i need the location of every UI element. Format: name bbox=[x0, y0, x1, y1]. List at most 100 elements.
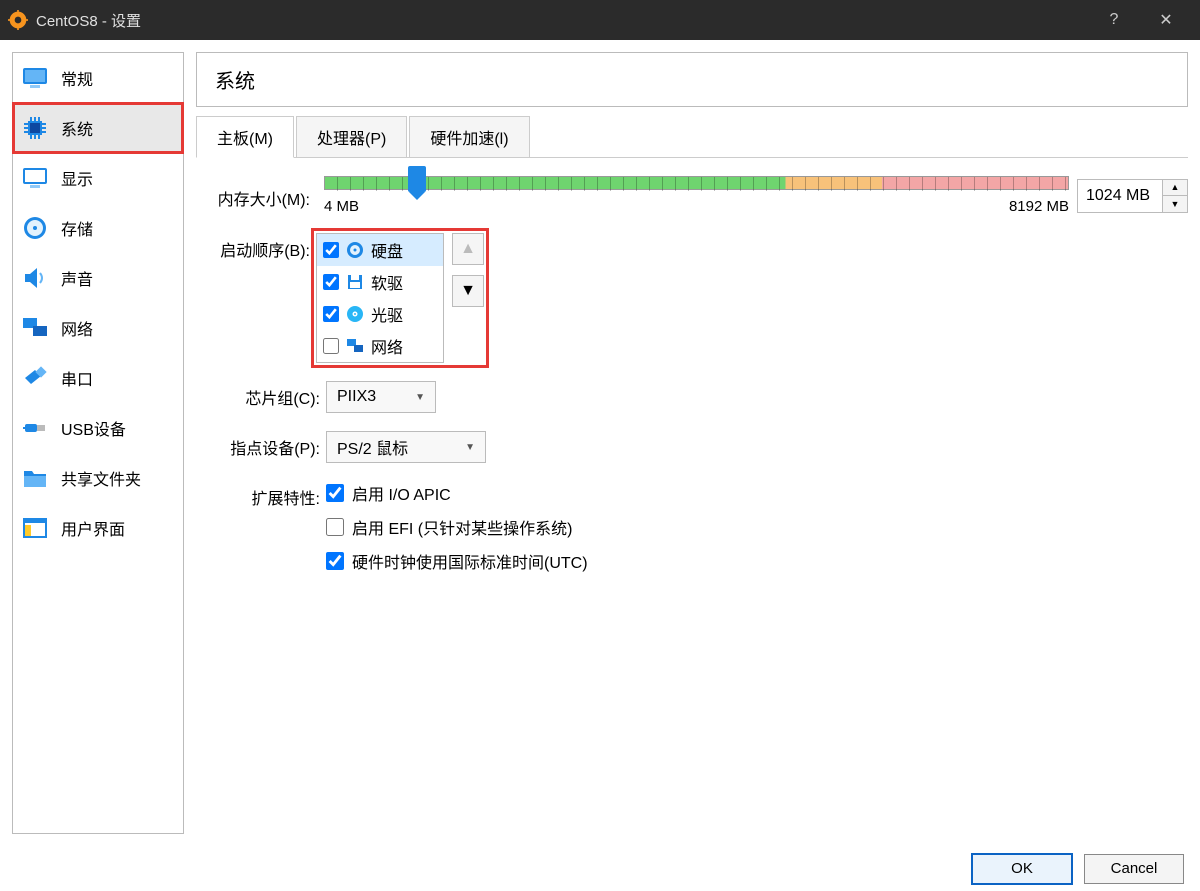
boot-check-network[interactable] bbox=[323, 338, 339, 354]
slider-labels: 4 MB 8192 MB bbox=[324, 198, 1069, 215]
chipset-row: 芯片组(C): PIIX3 ▼ bbox=[196, 381, 1188, 413]
display-icon bbox=[21, 164, 49, 192]
boot-label-floppy: 软驱 bbox=[371, 270, 403, 294]
memory-slider[interactable]: 4 MB 8192 MB bbox=[324, 176, 1069, 215]
sidebar-item-display[interactable]: 显示 bbox=[13, 153, 183, 203]
sidebar-item-storage[interactable]: 存储 bbox=[13, 203, 183, 253]
chipset-value: PIIX3 bbox=[337, 388, 376, 406]
folder-icon bbox=[21, 464, 49, 492]
pointing-value: PS/2 鼠标 bbox=[337, 435, 408, 459]
window-title: CentOS8 - 设置 bbox=[36, 10, 1088, 31]
sidebar-item-network[interactable]: 网络 bbox=[13, 303, 183, 353]
sidebar-item-label: 串口 bbox=[61, 366, 93, 390]
boot-check-floppy[interactable] bbox=[323, 274, 339, 290]
sidebar-item-serial[interactable]: 串口 bbox=[13, 353, 183, 403]
sidebar-item-label: 显示 bbox=[61, 166, 93, 190]
memory-max: 8192 MB bbox=[1009, 198, 1069, 215]
memory-spinner[interactable]: 1024 MB ▲ ▼ bbox=[1077, 179, 1188, 213]
network-icon bbox=[21, 314, 49, 342]
label-ioapic: 启用 I/O APIC bbox=[352, 481, 451, 505]
checkbox-ioapic[interactable] bbox=[326, 484, 344, 502]
boot-check-hdd[interactable] bbox=[323, 242, 339, 258]
boot-item-floppy[interactable]: 软驱 bbox=[317, 266, 443, 298]
ok-button[interactable]: OK bbox=[972, 854, 1072, 884]
pointing-select[interactable]: PS/2 鼠标 ▼ bbox=[326, 431, 486, 463]
label-efi: 启用 EFI (只针对某些操作系统) bbox=[352, 515, 572, 539]
pointing-label: 指点设备(P): bbox=[196, 431, 326, 459]
arrow-down-icon: ▼ bbox=[460, 282, 476, 300]
usb-icon bbox=[21, 414, 49, 442]
chevron-down-icon: ▼ bbox=[415, 392, 425, 403]
boot-arrows: ▲ ▼ bbox=[452, 233, 484, 307]
check-efi[interactable]: 启用 EFI (只针对某些操作系统) bbox=[326, 515, 588, 539]
boot-check-optical[interactable] bbox=[323, 306, 339, 322]
sidebar-item-label: 存储 bbox=[61, 216, 93, 240]
boot-wrap: 硬盘 软驱 光驱 bbox=[316, 233, 484, 363]
cancel-button[interactable]: Cancel bbox=[1084, 854, 1184, 884]
footer: OK Cancel bbox=[0, 846, 1200, 891]
tabs: 主板(M) 处理器(P) 硬件加速(l) bbox=[196, 115, 1188, 158]
sidebar-item-shared[interactable]: 共享文件夹 bbox=[13, 453, 183, 503]
spin-up-icon[interactable]: ▲ bbox=[1163, 180, 1187, 196]
help-button[interactable]: ? bbox=[1088, 0, 1140, 40]
sidebar-item-ui[interactable]: 用户界面 bbox=[13, 503, 183, 553]
page-title-box: 系统 bbox=[196, 52, 1188, 107]
sidebar-item-label: 网络 bbox=[61, 316, 93, 340]
monitor-icon bbox=[21, 64, 49, 92]
arrow-up-icon: ▲ bbox=[460, 240, 476, 258]
extended-checks: 启用 I/O APIC 启用 EFI (只针对某些操作系统) 硬件时钟使用国际标… bbox=[326, 481, 588, 583]
chip-icon bbox=[21, 114, 49, 142]
label-utc: 硬件时钟使用国际标准时间(UTC) bbox=[352, 549, 588, 573]
memory-row: 内存大小(M): 4 MB 8192 MB 1024 MB ▲ ▼ bbox=[196, 176, 1188, 215]
memory-min: 4 MB bbox=[324, 198, 359, 215]
close-button[interactable]: ✕ bbox=[1140, 0, 1192, 40]
sidebar-item-label: 声音 bbox=[61, 266, 93, 290]
sidebar-item-usb[interactable]: USB设备 bbox=[13, 403, 183, 453]
extended-label: 扩展特性: bbox=[196, 481, 326, 509]
sidebar-item-label: 常规 bbox=[61, 66, 93, 90]
memory-label: 内存大小(M): bbox=[196, 182, 316, 210]
sidebar-item-label: 共享文件夹 bbox=[61, 466, 141, 490]
boot-list[interactable]: 硬盘 软驱 光驱 bbox=[316, 233, 444, 363]
boot-highlight-box: 硬盘 软驱 光驱 bbox=[311, 228, 489, 368]
sidebar-item-label: USB设备 bbox=[61, 416, 126, 440]
floppy-icon bbox=[345, 272, 365, 292]
boot-move-up[interactable]: ▲ bbox=[452, 233, 484, 265]
boot-item-optical[interactable]: 光驱 bbox=[317, 298, 443, 330]
sidebar-item-system[interactable]: 系统 bbox=[13, 103, 183, 153]
spin-buttons: ▲ ▼ bbox=[1162, 180, 1187, 212]
sidebar-item-audio[interactable]: 声音 bbox=[13, 253, 183, 303]
tab-processor[interactable]: 处理器(P) bbox=[296, 116, 407, 158]
serial-icon bbox=[21, 364, 49, 392]
chipset-label: 芯片组(C): bbox=[196, 381, 326, 409]
motherboard-panel: 内存大小(M): 4 MB 8192 MB 1024 MB ▲ ▼ bbox=[196, 158, 1188, 619]
check-utc[interactable]: 硬件时钟使用国际标准时间(UTC) bbox=[326, 549, 588, 573]
main-panel: 系统 主板(M) 处理器(P) 硬件加速(l) 内存大小(M): 4 MB 81… bbox=[196, 52, 1188, 834]
memory-value[interactable]: 1024 MB bbox=[1078, 187, 1162, 205]
checkbox-utc[interactable] bbox=[326, 552, 344, 570]
pointing-row: 指点设备(P): PS/2 鼠标 ▼ bbox=[196, 431, 1188, 463]
optical-icon bbox=[345, 304, 365, 324]
boot-item-network[interactable]: 网络 bbox=[317, 330, 443, 362]
spin-down-icon[interactable]: ▼ bbox=[1163, 196, 1187, 212]
ui-icon bbox=[21, 514, 49, 542]
sidebar-item-general[interactable]: 常规 bbox=[13, 53, 183, 103]
tab-acceleration[interactable]: 硬件加速(l) bbox=[409, 116, 529, 158]
boot-move-down[interactable]: ▼ bbox=[452, 275, 484, 307]
check-ioapic[interactable]: 启用 I/O APIC bbox=[326, 481, 588, 505]
tab-motherboard[interactable]: 主板(M) bbox=[196, 116, 294, 158]
boot-label-optical: 光驱 bbox=[371, 302, 403, 326]
extended-row: 扩展特性: 启用 I/O APIC 启用 EFI (只针对某些操作系统) 硬件时… bbox=[196, 481, 1188, 583]
boot-label-hdd: 硬盘 bbox=[371, 238, 403, 262]
slider-track bbox=[324, 176, 1069, 190]
checkbox-efi[interactable] bbox=[326, 518, 344, 536]
slider-thumb[interactable] bbox=[408, 166, 426, 192]
content-area: 常规 系统 显示 存储 声音 网络 串口 USB设备 bbox=[0, 40, 1200, 846]
chipset-select[interactable]: PIIX3 ▼ bbox=[326, 381, 436, 413]
sidebar-item-label: 用户界面 bbox=[61, 516, 125, 540]
boot-item-hdd[interactable]: 硬盘 bbox=[317, 234, 443, 266]
sidebar-item-label: 系统 bbox=[61, 116, 93, 140]
chevron-down-icon: ▼ bbox=[465, 442, 475, 453]
sidebar: 常规 系统 显示 存储 声音 网络 串口 USB设备 bbox=[12, 52, 184, 834]
netboot-icon bbox=[345, 336, 365, 356]
